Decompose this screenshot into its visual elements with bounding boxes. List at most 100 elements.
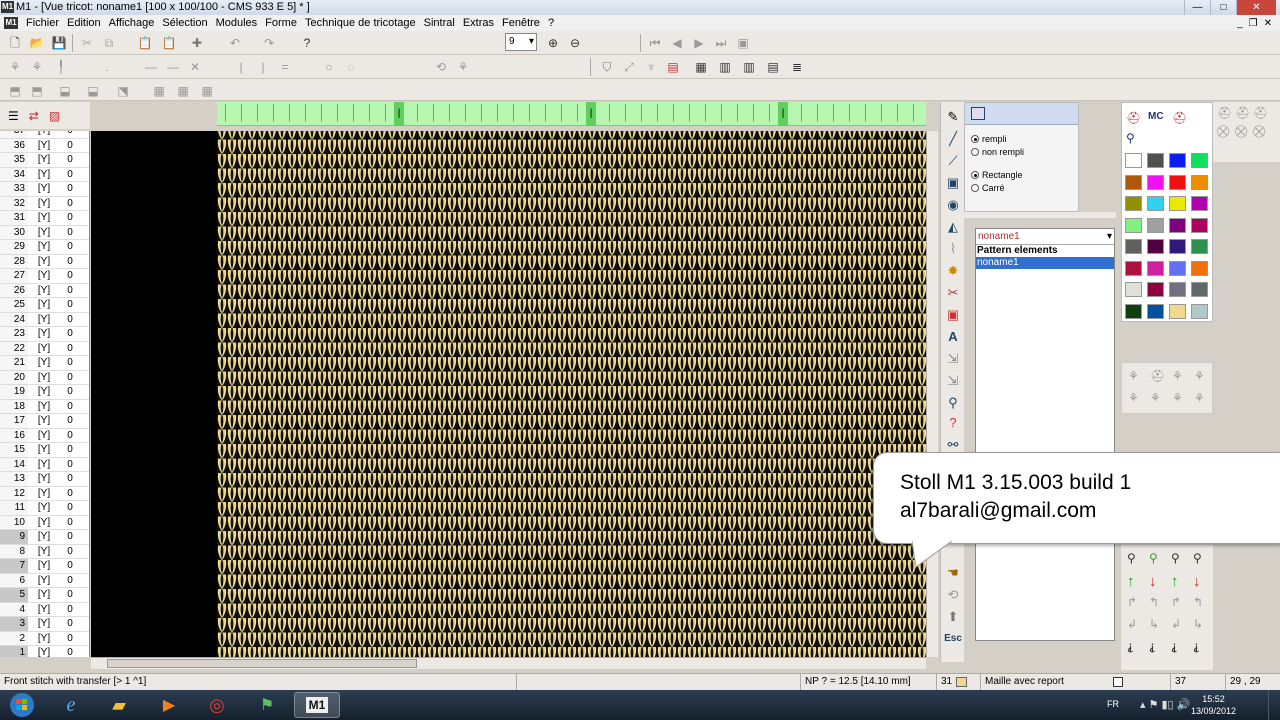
menu-extras[interactable]: Extras xyxy=(459,17,498,29)
mod1-icon[interactable]: ⬒ xyxy=(6,82,24,100)
undo-icon[interactable]: ↶ xyxy=(226,34,244,52)
pin-icon[interactable]: ╿ xyxy=(52,58,70,76)
tool-c-icon[interactable]: ⛑ xyxy=(1253,106,1268,120)
query-icon[interactable]: ? xyxy=(944,414,962,432)
color-swatch[interactable] xyxy=(1191,239,1208,254)
close-button[interactable]: ✕ xyxy=(1236,0,1276,15)
rack-c-icon[interactable]: ↱ xyxy=(1171,595,1181,609)
open-folder-icon[interactable]: 📂 xyxy=(28,34,46,52)
row-number-entry[interactable]: 15 [Y] 0 xyxy=(0,443,89,458)
copy-icon[interactable]: ⧉ xyxy=(100,34,118,52)
picker-icon[interactable]: ⚲ xyxy=(944,394,962,412)
arrow-down-red-icon[interactable]: ↓ xyxy=(1149,573,1157,590)
vline-icon[interactable]: | xyxy=(232,58,250,76)
needle-d-icon[interactable]: ⚲ xyxy=(1193,551,1202,565)
panel-splitter[interactable] xyxy=(964,212,1116,218)
line-tool-icon[interactable]: ╱ xyxy=(944,130,962,148)
align2-icon[interactable]: ▥ xyxy=(740,58,758,76)
color-swatch[interactable] xyxy=(1169,239,1186,254)
color-arrange-icon[interactable]: ▤ xyxy=(664,58,682,76)
transfer-f-icon[interactable]: ⚘ xyxy=(1150,391,1161,405)
zoom-in-icon[interactable]: ⊕ xyxy=(544,34,562,52)
m1-task-button[interactable]: M1 xyxy=(294,692,340,718)
row-number-entry[interactable]: 26 [Y] 0 xyxy=(0,283,89,298)
pattern-combo[interactable]: noname1 xyxy=(976,229,1114,245)
yarn-color-icon[interactable]: ⛑ xyxy=(1126,111,1141,125)
rack-h-icon[interactable]: ↳ xyxy=(1193,617,1203,631)
mod7-icon[interactable]: ▦ xyxy=(174,82,192,100)
pen-icon[interactable]: ✎ xyxy=(944,108,962,126)
arrow-up-green2-icon[interactable]: ↑ xyxy=(1171,573,1179,590)
row-number-entry[interactable]: 13 [Y] 0 xyxy=(0,472,89,487)
tool-b-icon[interactable]: ⛑ xyxy=(1235,106,1250,120)
align-icon[interactable]: ▥ xyxy=(716,58,734,76)
menu-edition[interactable]: Edition xyxy=(63,17,105,29)
line-icon[interactable]: — xyxy=(142,58,160,76)
color-swatch[interactable] xyxy=(1125,303,1142,319)
mdi-close-button[interactable]: ✕ xyxy=(1264,18,1272,29)
row-number-entry[interactable]: 11 [Y] 0 xyxy=(0,501,89,516)
dot-icon[interactable]: . xyxy=(98,58,116,76)
row-number-entry[interactable]: 29 [Y] 0 xyxy=(0,240,89,255)
transfer-h-icon[interactable]: ⚘ xyxy=(1194,391,1205,405)
start-button[interactable] xyxy=(0,692,44,718)
row-number-entry[interactable]: 19 [Y] 0 xyxy=(0,385,89,400)
menu-affichage[interactable]: Affichage xyxy=(105,17,159,29)
row-number-entry[interactable]: 33 [Y] 0 xyxy=(0,182,89,197)
vline2-icon[interactable]: | xyxy=(254,58,272,76)
first-icon[interactable]: ⏮ xyxy=(646,34,664,52)
needle-b-icon[interactable]: ⚲ xyxy=(1149,551,1158,565)
knit-icon[interactable]: ♆ xyxy=(642,58,660,76)
mdi-minimize-button[interactable]: _ xyxy=(1237,18,1243,29)
row-number-entry[interactable]: 31 [Y] 0 xyxy=(0,211,89,226)
row-number-entry[interactable]: 7 [Y] 0 xyxy=(0,559,89,574)
row-number-entry[interactable]: 1 [Y] 0 xyxy=(0,646,89,657)
last-icon[interactable]: ⏭ xyxy=(712,34,730,52)
row-number-entry[interactable]: 4 [Y] 0 xyxy=(0,602,89,617)
shape-option-square[interactable]: Carré xyxy=(971,182,1005,194)
rotate-icon[interactable]: ⟲ xyxy=(944,586,962,604)
transfer-a-icon[interactable]: ⚘ xyxy=(1128,369,1139,383)
tool-e-icon[interactable]: ⛒ xyxy=(1235,124,1247,139)
row-number-entry[interactable]: 27 [Y] 0 xyxy=(0,269,89,284)
needle-c-icon[interactable]: ⚲ xyxy=(1171,551,1180,565)
horizontal-scrollbar[interactable] xyxy=(91,657,926,669)
hatch-icon[interactable]: ▨ xyxy=(49,109,60,123)
menu-app-icon[interactable]: M1 xyxy=(4,17,18,29)
color-swatch[interactable] xyxy=(1169,217,1186,233)
color-swatch[interactable] xyxy=(1125,260,1142,276)
color-swatch[interactable] xyxy=(1125,153,1142,168)
copy-area-icon[interactable]: ⇲ xyxy=(944,372,962,390)
scroll-thumb[interactable] xyxy=(107,659,417,668)
save-icon[interactable]: 💾 xyxy=(50,34,68,52)
color-swatch[interactable] xyxy=(1147,239,1164,254)
color-swatch[interactable] xyxy=(1169,260,1186,276)
row-number-entry[interactable]: 24 [Y] 0 xyxy=(0,312,89,327)
list-view-icon[interactable]: ☰ xyxy=(8,109,19,123)
rectangle-tool-icon[interactable]: ▣ xyxy=(944,174,962,192)
color-swatch[interactable] xyxy=(1169,174,1186,190)
zoom-out-icon[interactable]: ⊖ xyxy=(566,34,584,52)
rectangle-mode-icon[interactable] xyxy=(971,107,985,120)
row-number-entry[interactable]: 36 [Y] 0 xyxy=(0,138,89,153)
mod4-icon[interactable]: ⬓ xyxy=(84,82,102,100)
cross-icon[interactable]: ✕ xyxy=(186,58,204,76)
new-file-icon[interactable]: 🗋 xyxy=(6,34,24,52)
list-item[interactable]: Pattern elements xyxy=(976,245,1114,257)
color-swatch[interactable] xyxy=(1191,174,1208,190)
prev-icon[interactable]: ◀ xyxy=(668,34,686,52)
row-number-entry[interactable]: 28 [Y] 0 xyxy=(0,254,89,269)
transfer-g-icon[interactable]: ⚘ xyxy=(1172,391,1183,405)
next-icon[interactable]: ▶ xyxy=(690,34,708,52)
color-swatch[interactable] xyxy=(1147,303,1164,319)
rack-b-icon[interactable]: ↰ xyxy=(1149,595,1159,609)
row-number-entry[interactable]: 18 [Y] 0 xyxy=(0,399,89,414)
menu-sintral[interactable]: Sintral xyxy=(420,17,459,29)
menu-modules[interactable]: Modules xyxy=(212,17,262,29)
module-tool-icon[interactable]: ⚘ xyxy=(28,58,46,76)
tray-icons[interactable]: ▴ ⚑ ▮▯ 🔊 xyxy=(1140,698,1190,711)
fill-option-empty[interactable]: non rempli xyxy=(971,146,1024,158)
eraser-icon[interactable]: ✂ xyxy=(944,284,962,302)
frame-icon[interactable]: ▣ xyxy=(944,306,962,324)
knit-view[interactable] xyxy=(217,131,926,657)
